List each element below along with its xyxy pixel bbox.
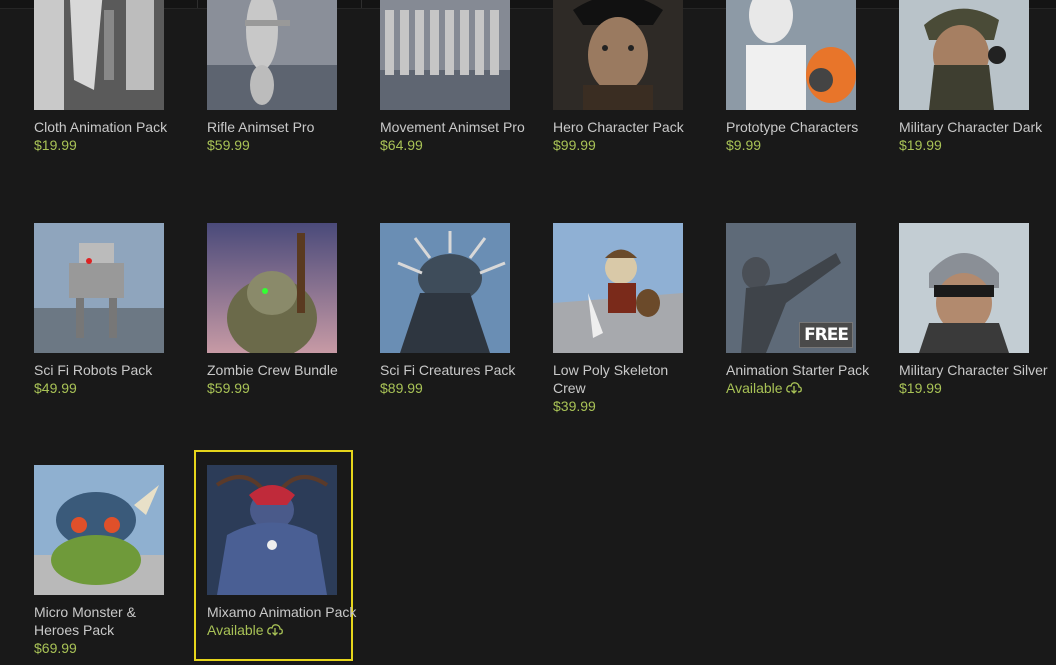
asset-thumbnail: FREE xyxy=(726,223,856,353)
asset-title: Animation Starter Pack xyxy=(726,362,870,378)
asset-title: Zombie Crew Bundle xyxy=(207,362,338,378)
asset-thumbnail xyxy=(207,465,337,595)
asset-card-movement-animset-pro[interactable]: Movement Animset Pro $64.99 xyxy=(380,0,530,180)
asset-card-cloth-animation-pack[interactable]: Cloth Animation Pack $19.99 xyxy=(34,0,184,180)
asset-price: $39.99 xyxy=(553,398,596,414)
asset-card-animation-starter-pack[interactable]: FREE Animation Starter Pack Available xyxy=(726,223,876,423)
asset-title: Hero Character Pack xyxy=(553,119,684,135)
asset-price: $49.99 xyxy=(34,380,77,396)
asset-price: $99.99 xyxy=(553,137,596,153)
asset-price: $19.99 xyxy=(34,137,77,153)
asset-price: $9.99 xyxy=(726,137,762,153)
asset-thumbnail xyxy=(899,223,1029,353)
cloud-download-icon xyxy=(266,624,283,636)
asset-thumbnail xyxy=(34,223,164,353)
asset-thumbnail xyxy=(726,0,856,110)
asset-thumbnail xyxy=(553,0,683,110)
asset-title: Sci Fi Robots Pack xyxy=(34,362,153,378)
asset-thumbnail xyxy=(553,223,683,353)
asset-card-hero-character-pack[interactable]: Hero Character Pack $99.99 xyxy=(553,0,703,180)
cloud-download-icon xyxy=(785,382,802,394)
asset-price: $19.99 xyxy=(899,137,942,153)
asset-card-low-poly-skeleton-crew[interactable]: Low Poly Skeleton Crew $39.99 xyxy=(553,223,703,423)
asset-title: Rifle Animset Pro xyxy=(207,119,315,135)
asset-title: Mixamo Animation Pack xyxy=(207,604,357,620)
asset-card-military-character-silver[interactable]: Military Character Silver $19.99 xyxy=(899,223,1049,423)
asset-title: Military Character Dark xyxy=(899,119,1043,135)
asset-thumbnail xyxy=(34,465,164,595)
asset-title: Movement Animset Pro xyxy=(380,119,525,135)
asset-thumbnail xyxy=(380,0,510,110)
asset-title: Low Poly Skeleton Crew xyxy=(553,362,669,396)
asset-title: Prototype Characters xyxy=(726,119,859,135)
asset-price: $59.99 xyxy=(207,137,250,153)
asset-thumbnail xyxy=(380,223,510,353)
asset-price: $69.99 xyxy=(34,640,77,656)
asset-thumbnail xyxy=(207,223,337,353)
asset-card-rifle-animset-pro[interactable]: Rifle Animset Pro $59.99 xyxy=(207,0,357,180)
asset-thumbnail xyxy=(34,0,164,110)
asset-price: $19.99 xyxy=(899,380,942,396)
asset-card-mixamo-animation-pack[interactable]: Mixamo Animation Pack Available xyxy=(194,450,357,661)
asset-title: Cloth Animation Pack xyxy=(34,119,168,135)
asset-card-prototype-characters[interactable]: Prototype Characters $9.99 xyxy=(726,0,876,180)
asset-availability: Available xyxy=(726,379,802,397)
asset-card-zombie-crew-bundle[interactable]: Zombie Crew Bundle $59.99 xyxy=(207,223,357,423)
asset-thumbnail xyxy=(899,0,1029,110)
asset-card-micro-monster-heroes-pack[interactable]: Micro Monster & Heroes Pack $69.99 xyxy=(34,465,184,665)
asset-price: $64.99 xyxy=(380,137,423,153)
asset-price: $89.99 xyxy=(380,380,423,396)
asset-price: $59.99 xyxy=(207,380,250,396)
free-badge: FREE xyxy=(799,322,853,348)
asset-title: Micro Monster & Heroes Pack xyxy=(34,604,136,638)
asset-title: Sci Fi Creatures Pack xyxy=(380,362,516,378)
asset-title: Military Character Silver xyxy=(899,362,1048,378)
asset-card-military-character-dark[interactable]: Military Character Dark $19.99 xyxy=(899,0,1049,180)
asset-thumbnail xyxy=(207,0,337,110)
asset-card-sci-fi-robots-pack[interactable]: Sci Fi Robots Pack $49.99 xyxy=(34,223,184,423)
asset-card-sci-fi-creatures-pack[interactable]: Sci Fi Creatures Pack $89.99 xyxy=(380,223,530,423)
asset-availability: Available xyxy=(207,621,283,639)
